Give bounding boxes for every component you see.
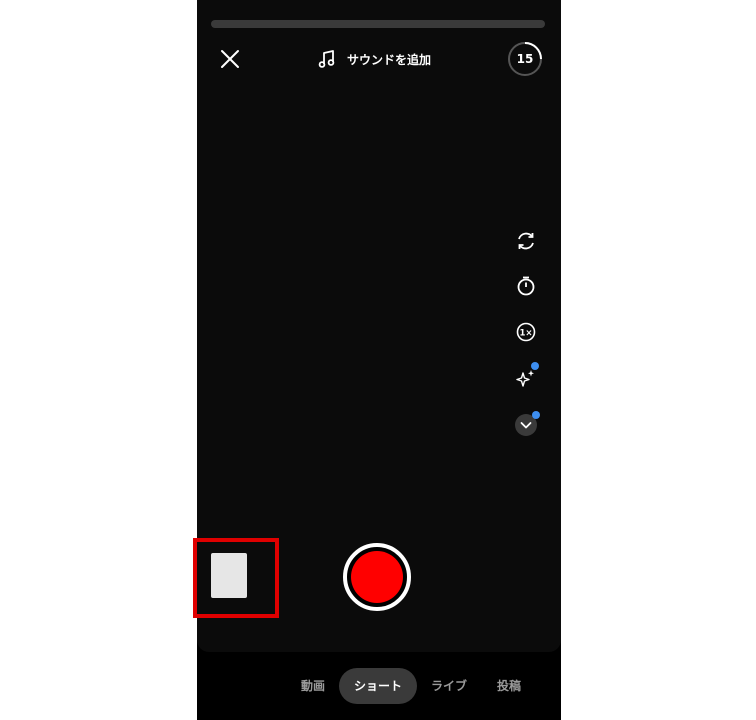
add-sound-button[interactable]: サウンドを追加: [317, 46, 431, 72]
add-sound-label: サウンドを追加: [347, 52, 432, 67]
mode-tab-live[interactable]: ライブ: [428, 668, 470, 704]
duration-selector[interactable]: 15: [506, 40, 544, 78]
flip-camera-icon: [518, 232, 534, 250]
duration-value: 15: [516, 52, 534, 66]
mode-selector: 動画 ショート ライブ 投稿: [0, 668, 756, 708]
mode-tab-short[interactable]: ショート: [339, 668, 417, 704]
record-button-inner: [351, 551, 403, 603]
timer-icon: [517, 276, 535, 296]
effects-sparkle-icon: [516, 370, 534, 387]
mode-tab-video[interactable]: 動画: [296, 668, 330, 704]
new-badge-dot: [531, 362, 539, 370]
close-icon: [221, 50, 239, 68]
flip-camera-button[interactable]: [511, 226, 541, 256]
music-note-icon: [318, 50, 335, 68]
close-button[interactable]: [217, 46, 243, 72]
effects-button[interactable]: [511, 362, 541, 393]
svg-text:1×: 1×: [519, 329, 532, 339]
mode-tab-post[interactable]: 投稿: [492, 668, 526, 704]
recording-progress-bar: [211, 20, 545, 28]
speed-button[interactable]: 1×: [511, 317, 541, 347]
speed-1x-icon: 1×: [516, 322, 536, 342]
new-badge-dot: [532, 411, 540, 419]
highlight-box: [193, 538, 279, 618]
record-button[interactable]: [343, 543, 411, 611]
timer-button[interactable]: [511, 271, 541, 301]
more-tools-button[interactable]: [511, 410, 541, 440]
